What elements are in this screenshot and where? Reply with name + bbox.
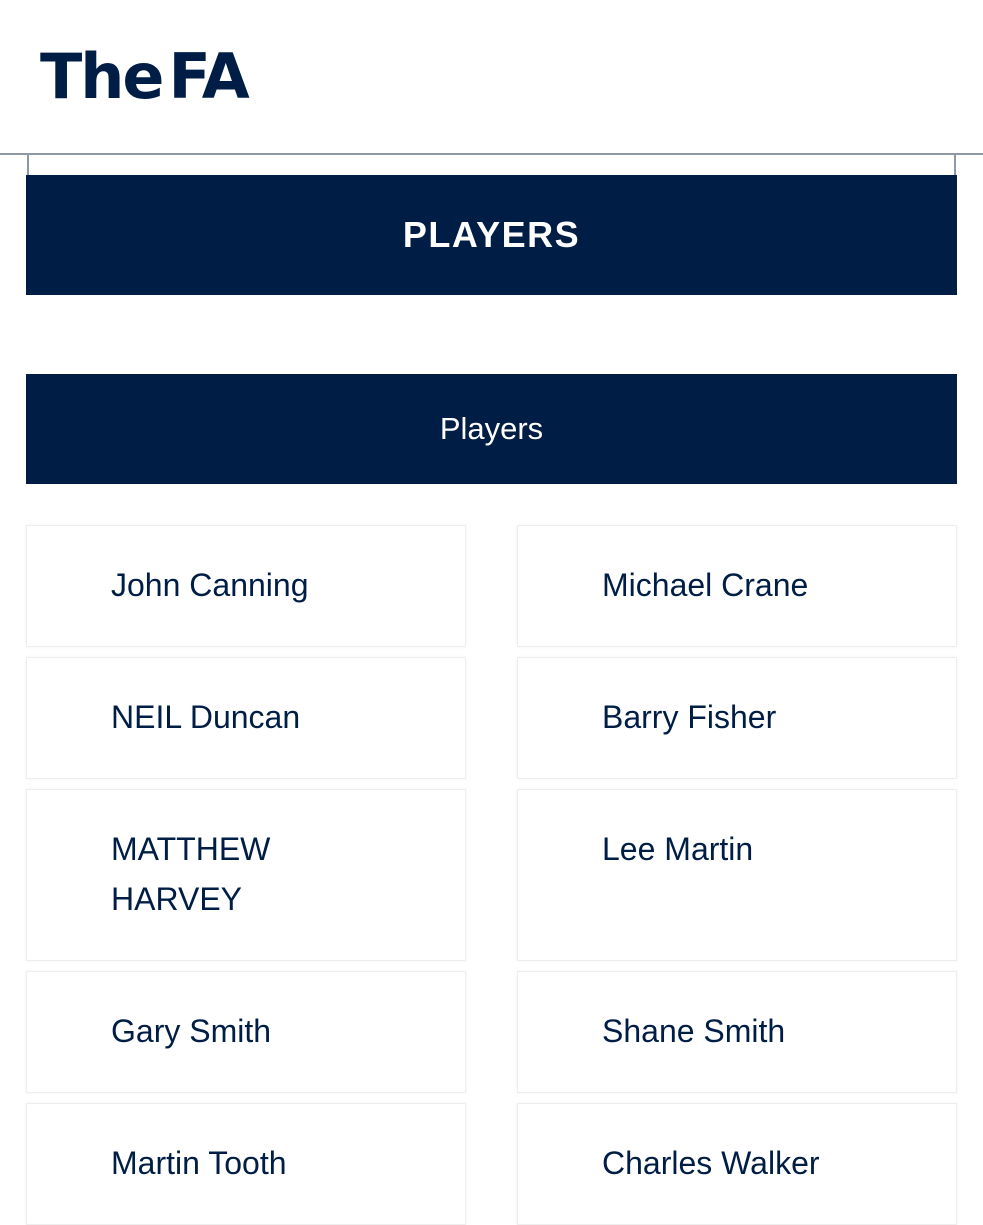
the-fa-logo[interactable]: TheFA — [40, 40, 250, 113]
player-name: Barry Fisher — [602, 699, 777, 735]
player-card[interactable]: Shane Smith — [517, 971, 957, 1093]
player-name: Martin Tooth — [111, 1145, 287, 1181]
player-card[interactable]: Martin Tooth — [26, 1103, 466, 1225]
page-title: PLAYERS — [402, 214, 581, 255]
logo-fa: FA — [168, 40, 249, 113]
content-frame — [27, 155, 956, 177]
player-name: NEIL Duncan — [111, 699, 301, 735]
player-name: MATTHEW HARVEY — [111, 831, 271, 917]
section-title: Players — [439, 411, 544, 446]
section-header: Players — [26, 374, 957, 484]
page-title-banner: PLAYERS — [26, 175, 957, 295]
player-card[interactable]: NEIL Duncan — [26, 657, 466, 779]
player-name: Charles Walker — [602, 1145, 820, 1181]
player-card[interactable]: John Canning — [26, 525, 466, 647]
player-card[interactable]: Barry Fisher — [517, 657, 957, 779]
player-card[interactable]: Charles Walker — [517, 1103, 957, 1225]
player-card[interactable]: Gary Smith — [26, 971, 466, 1093]
player-card[interactable]: Lee Martin — [517, 789, 957, 961]
site-header: TheFA — [0, 0, 983, 155]
player-name: Michael Crane — [602, 567, 809, 603]
player-name: Shane Smith — [602, 1013, 786, 1049]
player-name: Gary Smith — [111, 1013, 272, 1049]
player-name: Lee Martin — [602, 831, 754, 867]
logo-the: The — [40, 40, 164, 113]
player-name: John Canning — [111, 567, 309, 603]
player-card[interactable]: Michael Crane — [517, 525, 957, 647]
player-card[interactable]: MATTHEW HARVEY — [26, 789, 466, 961]
players-list: John Canning Michael Crane NEIL Duncan B… — [26, 525, 957, 1225]
